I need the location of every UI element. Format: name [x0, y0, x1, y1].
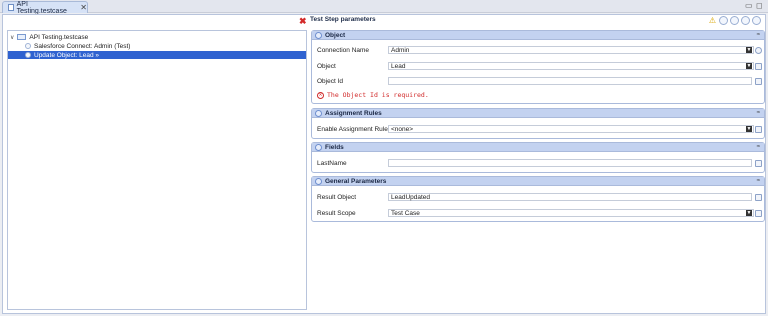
- object-list-icon[interactable]: [755, 62, 762, 70]
- object-label: Object: [317, 62, 336, 70]
- fields-header[interactable]: Fields ≈: [312, 143, 764, 152]
- variable-icon[interactable]: [755, 77, 762, 85]
- testcase-icon: [17, 34, 27, 40]
- enable-assignment-rule-value: <none>: [391, 125, 414, 133]
- assignment-rules-section: Assignment Rules ≈ Enable Assignment Rul…: [311, 108, 765, 139]
- general-parameters-section: General Parameters ≈ Result Object LeadU…: [311, 176, 765, 222]
- general-parameters-title: General Parameters: [325, 177, 387, 185]
- result-object-row: Result Object LeadUpdated: [312, 192, 764, 202]
- maximize-icon[interactable]: ◻: [756, 2, 763, 10]
- object-value: Lead: [391, 62, 406, 70]
- expand-chevron-icon[interactable]: ∨: [10, 34, 14, 41]
- variable-icon[interactable]: [755, 125, 762, 133]
- section-icon: [315, 31, 322, 39]
- section-icon: [315, 143, 322, 151]
- enable-assignment-rule-row: Enable Assignment Rule <none> ▼: [312, 124, 764, 134]
- result-object-input[interactable]: LeadUpdated: [388, 193, 752, 201]
- delete-step-icon[interactable]: ✖: [299, 17, 307, 26]
- tree-root-label: API Testing.testcase: [29, 33, 89, 41]
- object-id-error: × The Object Id is required.: [317, 91, 429, 99]
- update-step-icon: [25, 52, 31, 58]
- enable-assignment-rule-label: Enable Assignment Rule: [317, 125, 388, 133]
- editor-tab-label: API Testing.testcase: [16, 0, 67, 15]
- collapse-icon[interactable]: ≈: [757, 110, 760, 116]
- tree-item-label: Salesforce Connect: Admin (Test): [34, 42, 131, 50]
- connection-name-value: Admin: [391, 46, 410, 54]
- enable-assignment-rule-select[interactable]: <none> ▼: [388, 125, 754, 133]
- testcase-editor: ✖ ∨ API Testing.testcase Salesforce Conn…: [2, 14, 766, 314]
- result-scope-value: Test Case: [391, 209, 420, 217]
- connection-name-row: Connection Name Admin ▼: [312, 45, 764, 55]
- variable-icon[interactable]: [755, 209, 762, 217]
- result-scope-select[interactable]: Test Case ▼: [388, 209, 754, 217]
- result-object-value: LeadUpdated: [391, 193, 431, 201]
- object-row: Object Lead ▼: [312, 61, 764, 71]
- result-object-label: Result Object: [317, 193, 357, 201]
- variable-icon[interactable]: [755, 159, 762, 167]
- fields-title: Fields: [325, 143, 344, 151]
- tree-item-salesforce-connect[interactable]: Salesforce Connect: Admin (Test): [25, 42, 130, 50]
- object-section: Object ≈ Connection Name Admin ▼ Object …: [311, 30, 765, 104]
- link-icon[interactable]: [741, 16, 750, 25]
- result-scope-label: Result Scope: [317, 209, 356, 217]
- section-icon: [315, 109, 322, 117]
- error-message: The Object Id is required.: [327, 91, 429, 99]
- dropdown-arrow-icon[interactable]: ▼: [746, 47, 752, 53]
- dropdown-arrow-icon[interactable]: ▼: [746, 126, 752, 132]
- object-id-input[interactable]: [388, 77, 752, 85]
- test-step-parameters-panel: Test Step parameters ⚠ Object ≈ Connecti…: [309, 15, 765, 313]
- test-step-tree: ∨ API Testing.testcase Salesforce Connec…: [7, 30, 307, 310]
- minimize-icon[interactable]: ▭: [745, 2, 753, 10]
- object-select[interactable]: Lead ▼: [388, 62, 754, 70]
- tag-icon[interactable]: [719, 16, 728, 25]
- fields-section: Fields ≈ LastName: [311, 142, 765, 173]
- connection-settings-icon[interactable]: [755, 46, 762, 54]
- assignment-rules-header[interactable]: Assignment Rules ≈: [312, 109, 764, 118]
- tree-root-item[interactable]: ∨ API Testing.testcase: [10, 33, 88, 41]
- warning-icon[interactable]: ⚠: [708, 16, 717, 25]
- connection-name-select[interactable]: Admin ▼: [388, 46, 754, 54]
- general-parameters-header[interactable]: General Parameters ≈: [312, 177, 764, 186]
- error-icon: ×: [317, 91, 324, 99]
- object-id-row: Object Id: [312, 76, 764, 86]
- parameters-title: Test Step parameters: [310, 16, 376, 23]
- history-icon[interactable]: [730, 16, 739, 25]
- result-scope-row: Result Scope Test Case ▼: [312, 208, 764, 218]
- object-id-label: Object Id: [317, 77, 344, 85]
- close-tab-icon[interactable]: ✕: [80, 3, 87, 12]
- editor-tab-bar: API Testing.testcase ✕ ▭ ◻: [0, 0, 768, 15]
- last-name-input[interactable]: [388, 159, 752, 167]
- object-section-title: Object: [325, 31, 346, 39]
- tree-item-update-object[interactable]: Update Object: Lead »: [8, 51, 306, 59]
- collapse-icon[interactable]: ≈: [757, 32, 760, 38]
- assignment-rules-title: Assignment Rules: [325, 109, 382, 117]
- collapse-icon[interactable]: ≈: [757, 144, 760, 150]
- section-icon: [315, 177, 322, 185]
- connect-step-icon: [25, 43, 31, 49]
- testcase-file-icon: [8, 4, 14, 11]
- object-section-header[interactable]: Object ≈: [312, 31, 764, 40]
- editor-tab-api-testing[interactable]: API Testing.testcase ✕: [2, 0, 88, 15]
- dropdown-arrow-icon[interactable]: ▼: [746, 210, 752, 216]
- tree-item-label: Update Object: Lead »: [34, 51, 100, 59]
- help-icon[interactable]: [752, 16, 761, 25]
- variable-icon[interactable]: [755, 193, 762, 201]
- parameters-toolbar: ⚠: [708, 16, 761, 25]
- last-name-label: LastName: [317, 159, 347, 167]
- collapse-icon[interactable]: ≈: [757, 178, 760, 184]
- test-step-tree-panel: ✖ ∨ API Testing.testcase Salesforce Conn…: [3, 15, 309, 313]
- dropdown-arrow-icon[interactable]: ▼: [746, 63, 752, 69]
- last-name-row: LastName: [312, 158, 764, 168]
- connection-name-label: Connection Name: [317, 46, 370, 54]
